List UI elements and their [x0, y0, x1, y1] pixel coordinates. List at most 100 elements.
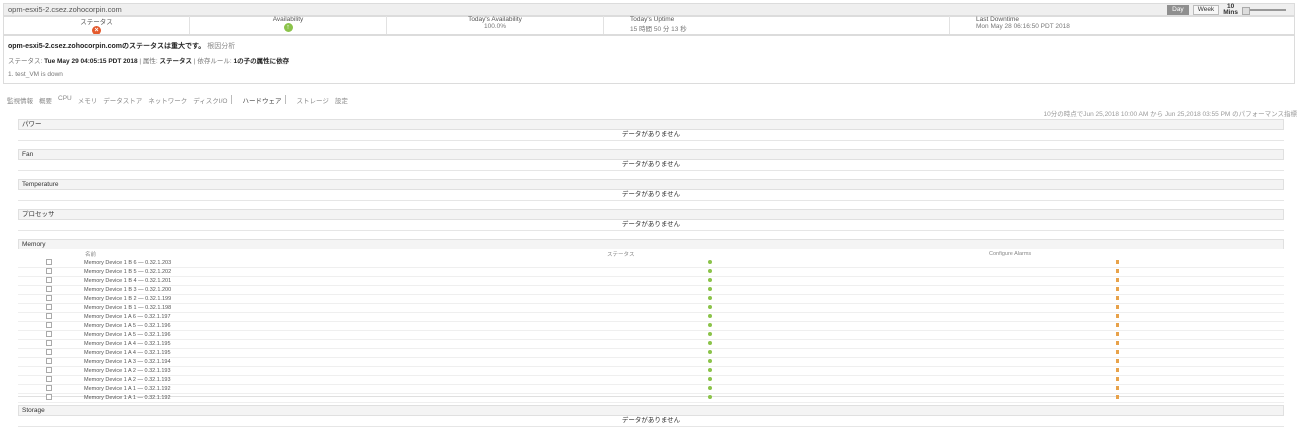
row-checkbox[interactable] [46, 286, 52, 292]
memory-table: 名前 ステータス Configure Alarms Memory Device … [18, 249, 1284, 403]
status-ok-icon [708, 323, 712, 327]
tab-separator [231, 95, 238, 104]
configure-alarm-icon[interactable] [1116, 350, 1119, 354]
table-row: Memory Device 1 A 3 — 0.32.1.194 [18, 357, 1284, 367]
tab-network[interactable]: ネットワーク [145, 95, 190, 105]
memory-device-name: Memory Device 1 B 1 — 0.32.1.198 [84, 303, 606, 313]
tab-settings[interactable]: 設定 [332, 95, 351, 105]
tab-disk-io[interactable]: ディスクI/O [190, 95, 230, 105]
configure-alarm-icon[interactable] [1116, 260, 1119, 264]
status-ok-icon [708, 260, 712, 264]
mins-slider[interactable] [1242, 7, 1286, 15]
monitor-host: opm-esxi5-2.csez.zohocorpin.com [8, 5, 122, 14]
table-row: Memory Device 1 A 4 — 0.32.1.195 [18, 348, 1284, 358]
slider-handle[interactable] [1242, 7, 1250, 15]
status-ok-icon [708, 368, 712, 372]
attribute-label: 属性: [142, 58, 158, 65]
configure-alarm-icon[interactable] [1116, 341, 1119, 345]
configure-alarm-icon[interactable] [1116, 386, 1119, 390]
status-ok-icon [708, 395, 712, 399]
todays-uptime-label: Today's Uptime [630, 16, 675, 23]
tab-monitor-info[interactable]: 監視情報 [4, 95, 36, 105]
name-column-header[interactable]: 名前 [84, 249, 606, 259]
row-checkbox[interactable] [46, 376, 52, 382]
memory-device-name: Memory Device 1 B 3 — 0.32.1.200 [84, 285, 606, 295]
status-ok-icon [708, 296, 712, 300]
row-checkbox[interactable] [46, 322, 52, 328]
table-row: Memory Device 1 A 2 — 0.32.1.193 [18, 375, 1284, 385]
table-row: Memory Device 1 A 2 — 0.32.1.193 [18, 366, 1284, 376]
period-day-button[interactable]: Day [1167, 5, 1189, 15]
configure-alarm-icon[interactable] [1116, 395, 1119, 399]
row-checkbox[interactable] [46, 394, 52, 400]
row-checkbox[interactable] [46, 349, 52, 355]
configure-alarm-icon[interactable] [1116, 332, 1119, 336]
processor-panel-title: プロセッサ [18, 209, 1284, 220]
todays-availability-label: Today's Availability [468, 16, 522, 23]
storage-panel: Storage データがありません [18, 405, 1284, 427]
tab-memory[interactable]: メモリ [75, 95, 101, 105]
configure-alarm-icon[interactable] [1116, 359, 1119, 363]
memory-device-name: Memory Device 1 A 6 — 0.32.1.197 [84, 312, 606, 322]
memory-panel-title: Memory [18, 239, 1284, 249]
status-ok-icon [708, 305, 712, 309]
row-checkbox[interactable] [46, 295, 52, 301]
table-row: Memory Device 1 B 1 — 0.32.1.198 [18, 303, 1284, 313]
configure-alarm-icon[interactable] [1116, 278, 1119, 282]
configure-alarm-icon[interactable] [1116, 287, 1119, 291]
configure-alarm-icon[interactable] [1116, 323, 1119, 327]
power-no-data: データがありません [18, 130, 1284, 141]
tab-overview[interactable]: 概要 [36, 95, 55, 105]
table-row: Memory Device 1 A 6 — 0.32.1.197 [18, 312, 1284, 322]
status-info-box: opm-esxi5-2.csez.zohocorpin.comのステータスは重大… [3, 34, 1295, 84]
memory-panel: Memory 名前 ステータス Configure Alarms Memory … [18, 239, 1284, 403]
row-checkbox[interactable] [46, 340, 52, 346]
row-checkbox[interactable] [46, 385, 52, 391]
table-row: Memory Device 1 A 4 — 0.32.1.195 [18, 339, 1284, 349]
row-checkbox[interactable] [46, 367, 52, 373]
configure-alarm-icon[interactable] [1116, 377, 1119, 381]
status-timestamp: Tue May 29 04:05:15 PDT 2018 [44, 58, 138, 65]
processor-no-data: データがありません [18, 220, 1284, 231]
tab-hardware[interactable]: ハードウェア [239, 95, 284, 105]
configure-alarm-icon[interactable] [1116, 305, 1119, 309]
tab-datastore[interactable]: データストア [100, 95, 145, 105]
memory-device-name: Memory Device 1 A 1 — 0.32.1.192 [84, 384, 606, 394]
status-column-header[interactable]: ステータス [606, 249, 988, 259]
storage-no-data: データがありません [18, 416, 1284, 427]
period-week-button[interactable]: Week [1192, 5, 1220, 15]
row-checkbox[interactable] [46, 277, 52, 283]
temperature-no-data: データがありません [18, 190, 1284, 201]
tab-cpu[interactable]: CPU [55, 95, 75, 105]
memory-device-name: Memory Device 1 B 5 — 0.32.1.202 [84, 267, 606, 277]
temperature-panel-title: Temperature [18, 179, 1284, 190]
configure-alarm-icon[interactable] [1116, 368, 1119, 372]
configure-alarm-icon[interactable] [1116, 269, 1119, 273]
last-downtime-label: Last Downtime [976, 16, 1019, 23]
configure-alarm-icon[interactable] [1116, 296, 1119, 300]
row-checkbox[interactable] [46, 259, 52, 265]
summary-bar: ステータス × Availability ↑ Today's Availabil… [3, 15, 1295, 36]
configure-alarm-icon[interactable] [1116, 314, 1119, 318]
status-ok-icon [708, 314, 712, 318]
table-row: Memory Device 1 B 5 — 0.32.1.202 [18, 267, 1284, 277]
status-ok-icon [708, 359, 712, 363]
tab-storage[interactable]: ストレージ [293, 95, 331, 105]
row-checkbox[interactable] [46, 331, 52, 337]
table-row: Memory Device 1 A 1 — 0.32.1.192 [18, 393, 1284, 403]
status-ok-icon [708, 386, 712, 390]
todays-availability-value: 100.0% [483, 23, 507, 30]
memory-device-name: Memory Device 1 A 1 — 0.32.1.192 [84, 393, 606, 403]
row-checkbox[interactable] [46, 313, 52, 319]
row-checkbox[interactable] [46, 268, 52, 274]
todays-uptime-value: 15 時間 50 分 13 秒 [630, 26, 687, 33]
table-row: Memory Device 1 B 6 — 0.32.1.203 [18, 259, 1284, 268]
alarms-column-header[interactable]: Configure Alarms [988, 249, 1284, 259]
row-checkbox[interactable] [46, 304, 52, 310]
status-prefix: ステータス: [8, 58, 43, 65]
root-cause-link[interactable]: 根因分析 [207, 43, 235, 50]
table-row: Memory Device 1 A 5 — 0.32.1.196 [18, 321, 1284, 331]
power-panel: パワー データがありません [18, 119, 1284, 141]
status-sentence: のステータスは重大です。 [121, 43, 206, 50]
row-checkbox[interactable] [46, 358, 52, 364]
